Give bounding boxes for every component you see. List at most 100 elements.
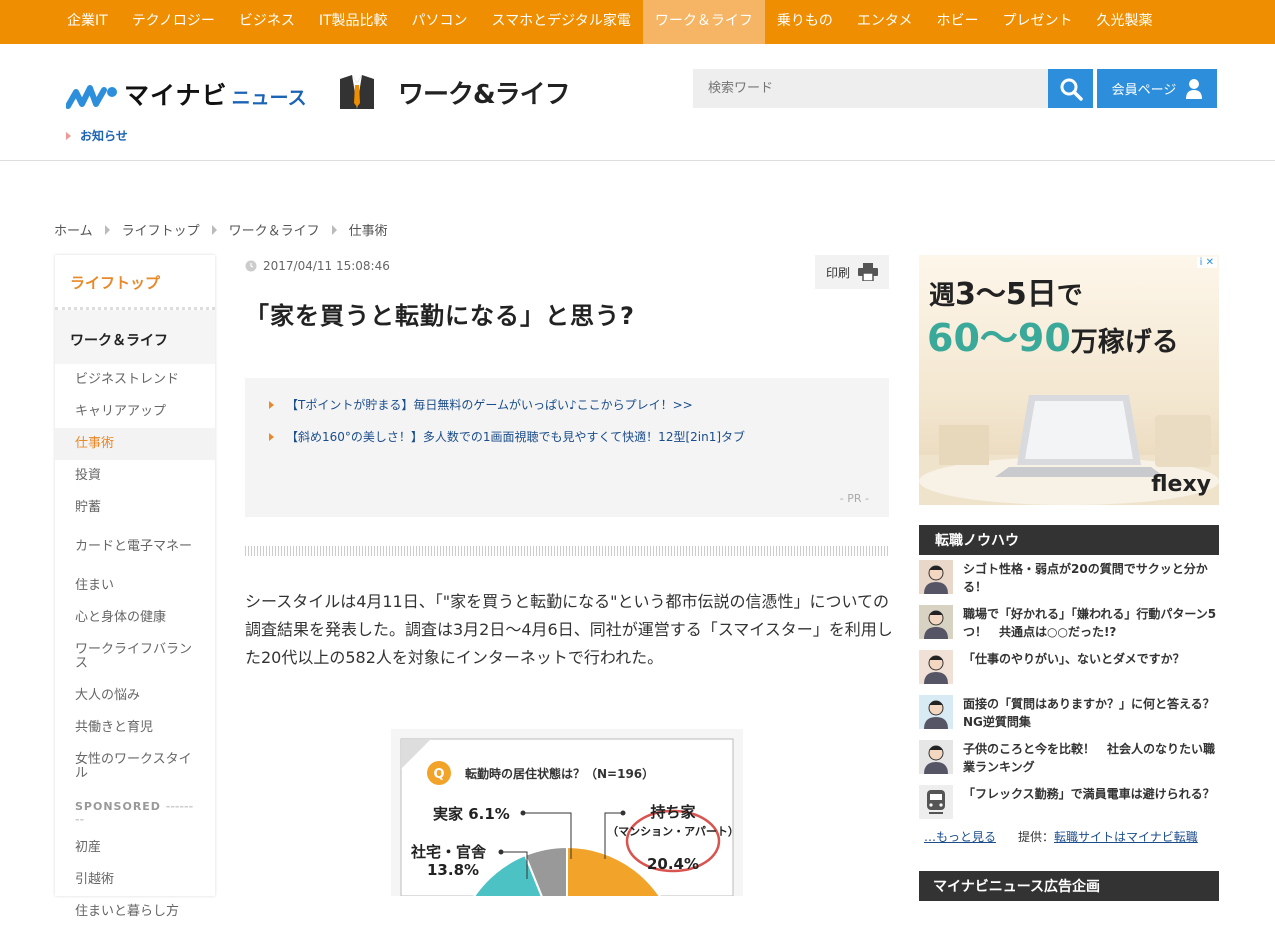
ad-section-heading: マイナビニュース広告企画	[919, 871, 1219, 901]
clock-icon	[245, 260, 257, 272]
knowhow-item-text: シゴト性格・弱点が20の質問でサクッと分かる！	[963, 562, 1208, 594]
nav-item[interactable]: エンタメ	[845, 0, 925, 44]
slice-label: 持ち家	[650, 803, 695, 821]
triangle-icon	[269, 432, 274, 441]
sidebar-section-work-life[interactable]: ワーク＆ライフ	[55, 310, 215, 364]
section-logo[interactable]: ワーク&ライフ	[338, 74, 571, 111]
slice-label: 社宅・官舎	[410, 843, 487, 861]
search-input[interactable]	[693, 69, 1048, 108]
knowhow-item[interactable]: 職場で「好かれる」「嫌われる」行動パターン5つ！ 共通点は○○だった!?	[919, 605, 1219, 650]
knowhow-item-text: 「仕事のやりがい」、ないとダメですか？	[963, 652, 1185, 666]
sidebar-life-top[interactable]: ライフトップ	[55, 255, 215, 310]
sponsored-item[interactable]: 初産	[55, 832, 215, 864]
nav-item[interactable]: ワーク＆ライフ	[642, 0, 765, 44]
printer-icon	[858, 263, 878, 281]
person-thumbnail	[919, 560, 953, 594]
sidebar-item[interactable]: 投資	[55, 460, 215, 492]
knowhow-item-text: 子供のころと今を比較！ 社会人のなりたい職業ランキング	[963, 742, 1216, 774]
sidebar-item[interactable]: ワークライフバランス	[55, 634, 215, 680]
slice-value: 13.8%	[427, 861, 479, 879]
triangle-icon	[66, 132, 71, 140]
sidebar-item[interactable]: カードと電子マネー	[55, 524, 215, 570]
user-icon	[1186, 78, 1203, 99]
breadcrumb-separator-icon	[211, 224, 217, 235]
nav-item[interactable]: パソコン	[400, 0, 480, 44]
pr-link[interactable]: 【Tポイントが貯まる】毎日無料のゲームがいっぱい♪ここからプレイ！>>	[269, 396, 865, 413]
nav-item[interactable]: プレゼント	[990, 0, 1084, 44]
knowhow-item[interactable]: 面接の「質問はありますか？」に何と答える？ NG逆質問集	[919, 695, 1227, 740]
sponsored-item[interactable]: 引越術	[55, 864, 215, 896]
knowhow-item[interactable]: シゴト性格・弱点が20の質問でサクッと分かる！	[919, 560, 1219, 605]
site-header: マイナビ ニュース ワーク&ライフ 会員ページ お知らせ	[0, 44, 1275, 161]
sidebar-item[interactable]: 女性のワークスタイル	[55, 744, 215, 790]
article-title: 「家を買うと転勤になる」と思う?	[245, 302, 635, 330]
slice-label: 実家 6.1%	[433, 805, 510, 823]
job-ad-banner[interactable]: 週3～5日で 60～90万稼げる flexy i ✕	[919, 255, 1219, 505]
print-button[interactable]: 印刷	[815, 255, 889, 289]
article-date: 2017/04/11 15:08:46	[245, 259, 390, 273]
pr-label: - PR -	[839, 492, 869, 505]
nav-item[interactable]: ビジネス	[227, 0, 307, 44]
category-sidebar: ライフトップ ワーク＆ライフ ビジネストレンド キャリアアップ 仕事術 投資 貯蓄 カード…	[55, 255, 215, 918]
pr-link[interactable]: 【斜め160°の美しさ！】多人数での1画面視聴でも見やすくて快適！12型[2in…	[269, 428, 865, 445]
sidebar-item[interactable]: 大人の悩み	[55, 680, 215, 712]
sponsored-item-list: 初産 引越術 住まいと暮らし方	[55, 832, 215, 928]
suit-icon	[340, 74, 374, 109]
knowhow-item[interactable]: 子供のころと今を比較！ 社会人のなりたい職業ランキング	[919, 740, 1219, 785]
sidebar-item[interactable]: 共働きと育児	[55, 712, 215, 744]
article-date-text: 2017/04/11 15:08:46	[263, 259, 390, 273]
ad-brand: flexy	[1151, 472, 1211, 497]
top-navigation: 企業IT テクノロジー ビジネス IT製品比較 パソコン スマホとデジタル家電 ワーク＆ライ…	[0, 0, 1275, 44]
sidebar-item-list: ビジネストレンド キャリアアップ 仕事術 投資 貯蓄 カードと電子マネー 住まい 心と身体の健…	[55, 364, 215, 790]
survey-infographic: Q 転勤時の居住状態は？（N=196） 持ち家 （マンション・アパート） 20.4% 実家…	[391, 729, 743, 896]
member-page-button[interactable]: 会員ページ	[1097, 69, 1217, 108]
triangle-icon	[269, 400, 274, 409]
nav-item[interactable]: IT製品比較	[307, 0, 400, 44]
knowhow-footer: …もっと見る 提供：転職サイトはマイナビ転職	[924, 828, 1198, 845]
print-label: 印刷	[825, 265, 850, 280]
section-title: ワーク&ライフ	[398, 80, 571, 110]
breadcrumb: ホーム ライフトップ ワーク＆ライフ 仕事術	[54, 220, 388, 239]
article-body: シースタイルは4月11日、「"家を買うと転勤になる"という都市伝説の信憑性」につ…	[245, 592, 893, 667]
pie-chart: Q 転勤時の居住状態は？（N=196） 持ち家 （マンション・アパート） 20.4% 実家…	[400, 738, 739, 896]
breadcrumb-item[interactable]: ホーム	[54, 220, 93, 239]
person-thumbnail	[919, 695, 953, 729]
ad-choices-icon[interactable]: i ✕	[1196, 257, 1217, 268]
notice-link[interactable]: お知らせ	[66, 127, 128, 144]
nav-item[interactable]: テクノロジー	[120, 0, 227, 44]
nav-item[interactable]: 乗りもの	[765, 0, 845, 44]
search-button[interactable]	[1048, 69, 1093, 108]
person-thumbnail	[919, 605, 953, 639]
sidebar-item[interactable]: 仕事術	[55, 428, 215, 460]
pr-link-text: 【斜め160°の美しさ！】多人数での1画面視聴でも見やすくて快適！12型[2in…	[286, 430, 746, 444]
nav-item[interactable]: スマホとデジタル家電	[480, 0, 643, 44]
sidebar-item[interactable]: 貯蓄	[55, 492, 215, 524]
pr-link-list: 【Tポイントが貯まる】毎日無料のゲームがいっぱい♪ここからプレイ！>> 【斜め16…	[269, 396, 865, 445]
knowhow-item-text: 職場で「好かれる」「嫌われる」行動パターン5つ！ 共通点は○○だった!?	[963, 607, 1217, 639]
knowhow-item-text: 「フレックス勤務」で満員電車は避けられる？	[963, 787, 1215, 801]
provider-link[interactable]: 転職サイトはマイナビ転職	[1054, 830, 1198, 844]
mynavi-logo-icon	[66, 85, 117, 109]
site-logo[interactable]: マイナビ ニュース	[66, 76, 307, 112]
nav-item[interactable]: 企業IT	[55, 0, 120, 44]
sponsored-label: SPONSORED --------	[75, 800, 194, 826]
sidebar-item[interactable]: 心と身体の健康	[55, 602, 215, 634]
nav-item[interactable]: ホビー	[924, 0, 990, 44]
question-badge-letter: Q	[433, 767, 444, 782]
knowhow-item[interactable]: 「フレックス勤務」で満員電車は避けられる？	[919, 785, 1219, 830]
breadcrumb-item[interactable]: ライフトップ	[122, 220, 200, 239]
breadcrumb-item[interactable]: 仕事術	[349, 220, 388, 239]
search-icon	[1060, 78, 1083, 101]
brand-sub: ニュース	[231, 87, 307, 109]
breadcrumb-item[interactable]: ワーク＆ライフ	[229, 220, 320, 239]
knowhow-item[interactable]: 「仕事のやりがい」、ないとダメですか？	[919, 650, 1219, 695]
nav-item[interactable]: 久光製薬	[1084, 0, 1164, 44]
sponsored-item[interactable]: 住まいと暮らし方	[55, 896, 215, 928]
knowhow-list: シゴト性格・弱点が20の質問でサクッと分かる！ 職場で「好かれる」「嫌われる」行動…	[919, 560, 1227, 830]
sidebar-item[interactable]: ビジネストレンド	[55, 364, 215, 396]
sidebar-item[interactable]: 住まい	[55, 570, 215, 602]
pr-link-text: 【Tポイントが貯まる】毎日無料のゲームがいっぱい♪ここからプレイ！>>	[286, 398, 693, 412]
more-link[interactable]: …もっと見る	[924, 828, 996, 845]
sidebar-item[interactable]: キャリアアップ	[55, 396, 215, 428]
dotted-divider	[245, 546, 889, 556]
